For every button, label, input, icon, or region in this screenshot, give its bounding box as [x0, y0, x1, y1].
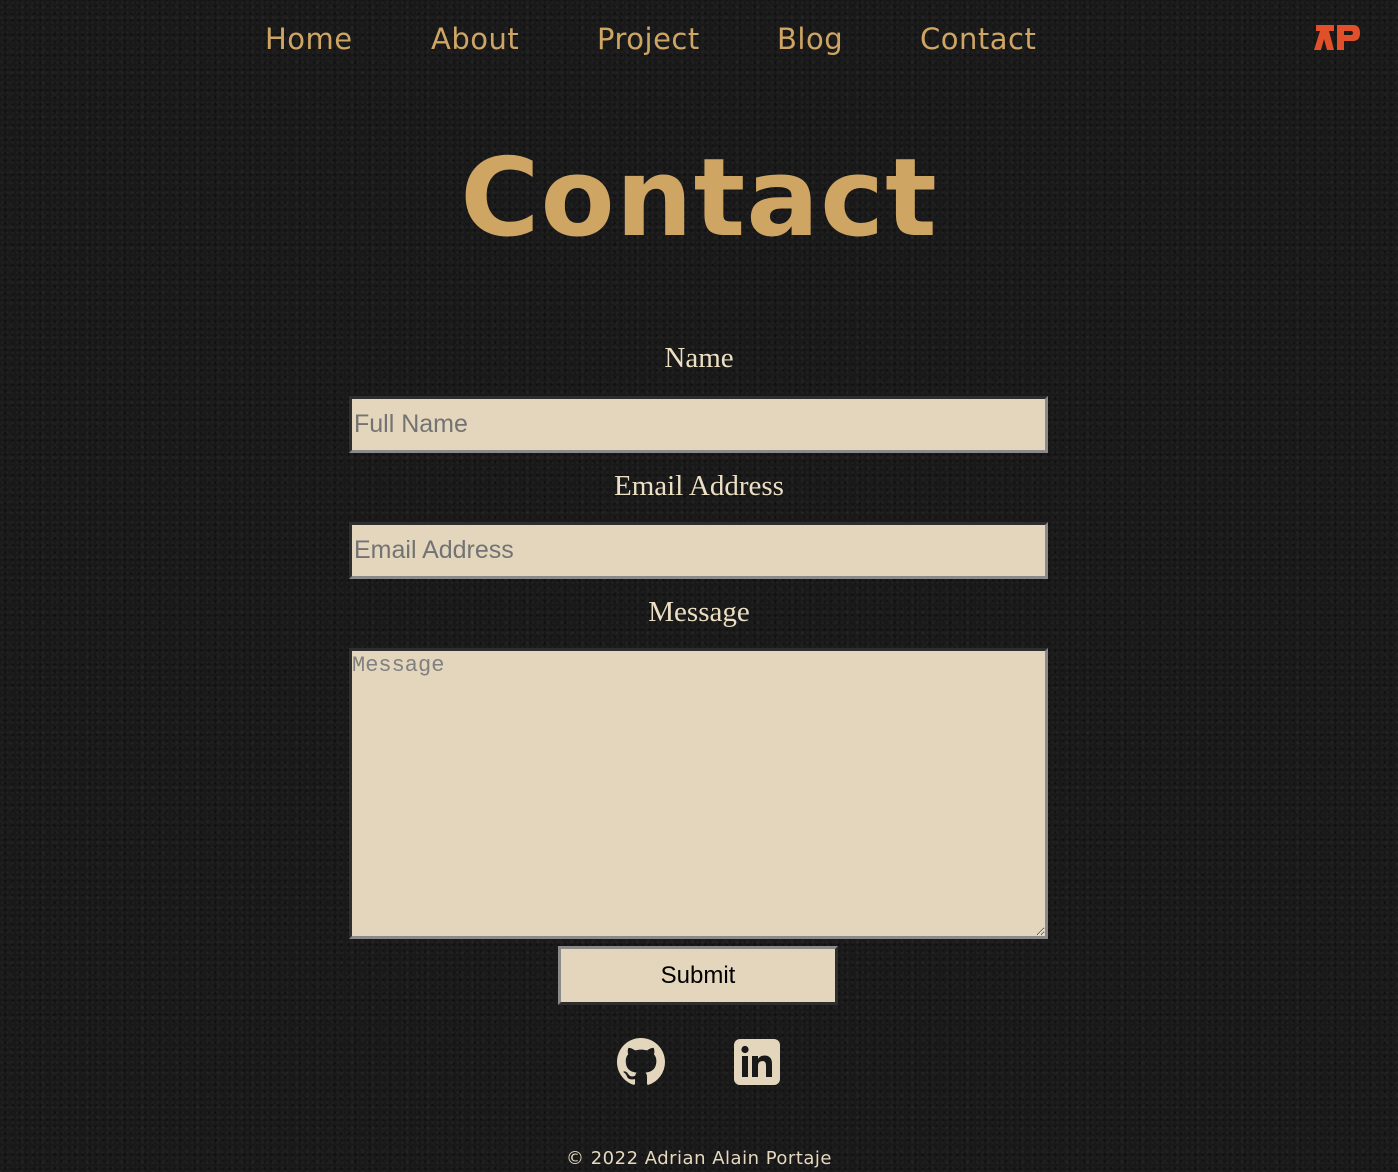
- page-title: Contact: [460, 136, 938, 261]
- submit-button[interactable]: Submit: [558, 946, 838, 1005]
- linkedin-icon: [734, 1039, 780, 1085]
- nav-link-about[interactable]: About: [431, 22, 519, 56]
- site-logo[interactable]: [1312, 20, 1362, 54]
- github-icon: [617, 1038, 665, 1085]
- nav-link-blog[interactable]: Blog: [777, 22, 843, 56]
- email-input[interactable]: [349, 522, 1048, 579]
- message-label: Message: [648, 596, 750, 628]
- top-navigation: Home About Project Blog Contact: [0, 0, 1398, 84]
- github-link[interactable]: [617, 1038, 665, 1086]
- name-input[interactable]: [349, 396, 1048, 453]
- nav-link-project[interactable]: Project: [597, 22, 700, 56]
- ap-monogram-logo: [1314, 25, 1360, 50]
- footer-copyright: © 2022 Adrian Alain Portaje: [565, 1148, 832, 1169]
- message-textarea[interactable]: [349, 648, 1048, 939]
- nav-link-contact[interactable]: Contact: [920, 22, 1036, 56]
- linkedin-link[interactable]: [733, 1038, 781, 1086]
- name-label: Name: [664, 342, 734, 374]
- nav-link-home[interactable]: Home: [265, 22, 353, 56]
- email-label: Email Address: [614, 470, 784, 502]
